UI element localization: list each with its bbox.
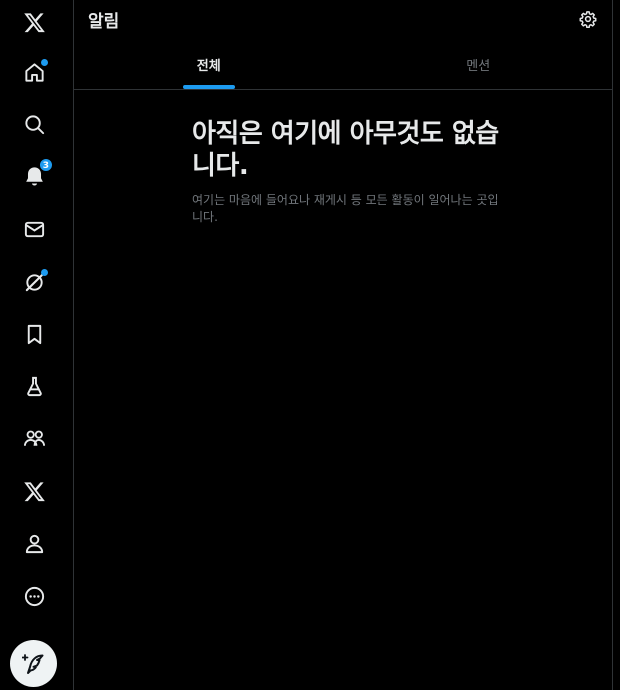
more-icon <box>24 586 44 606</box>
tab-all[interactable]: 전체 <box>74 44 344 89</box>
page-title: 알림 <box>88 12 120 32</box>
sidebar-item-more[interactable] <box>12 574 56 618</box>
home-notification-dot <box>41 59 48 66</box>
active-tab-indicator <box>182 85 235 89</box>
notification-badge: 3 <box>38 158 53 172</box>
sidebar-item-profile[interactable] <box>12 521 56 565</box>
compose-post-button[interactable] <box>10 640 57 687</box>
sidebar-item-labs[interactable] <box>12 364 56 408</box>
mail-icon <box>24 221 44 237</box>
empty-state-title: 아직은 여기에 아무것도 없습니다. <box>192 119 499 181</box>
sidebar-item-communities[interactable] <box>12 416 56 460</box>
app-root: 3 알림 전체 멘션 아직은 여기에 아무것도 없습니다. 여기는 마음에 들어… <box>0 0 620 690</box>
profile-icon <box>25 534 43 553</box>
empty-state-description: 여기는 마음에 들어요나 재게시 등 모든 활동이 일어나는 곳입니다. <box>192 193 499 224</box>
search-icon <box>24 114 44 134</box>
sidebar-item-messages[interactable] <box>12 207 56 251</box>
sidebar-item-bookmarks[interactable] <box>12 312 56 356</box>
x-logo-icon[interactable] <box>12 0 56 44</box>
bookmark-icon <box>27 324 41 344</box>
tab-mentions[interactable]: 멘션 <box>344 44 614 89</box>
gear-icon <box>579 11 597 28</box>
x-logo-icon-graphic <box>23 12 45 32</box>
sidebar-item-grok[interactable] <box>12 260 56 304</box>
tab-mentions-label: 멘션 <box>466 59 491 74</box>
settings-button[interactable] <box>573 4 603 34</box>
notifications-column: 알림 전체 멘션 아직은 여기에 아무것도 없습니다. 여기는 마음에 들어요나… <box>74 0 613 690</box>
sidebar-item-home[interactable] <box>12 50 56 94</box>
premium-x-icon <box>23 481 45 501</box>
sidebar-nav: 3 <box>0 0 74 690</box>
flask-icon <box>26 376 42 396</box>
sidebar-item-notifications[interactable]: 3 <box>12 154 56 198</box>
grok-notification-dot <box>41 269 48 276</box>
notification-tabs: 전체 멘션 <box>74 44 613 90</box>
compose-post-icon <box>21 653 43 674</box>
sidebar-item-explore[interactable] <box>12 102 56 146</box>
tab-all-label: 전체 <box>196 59 221 74</box>
empty-state: 아직은 여기에 아무것도 없습니다. 여기는 마음에 들어요나 재게시 등 모든… <box>192 118 502 226</box>
communities-icon <box>23 430 45 446</box>
page-header: 알림 <box>74 0 613 38</box>
sidebar-item-premium[interactable] <box>12 469 56 513</box>
